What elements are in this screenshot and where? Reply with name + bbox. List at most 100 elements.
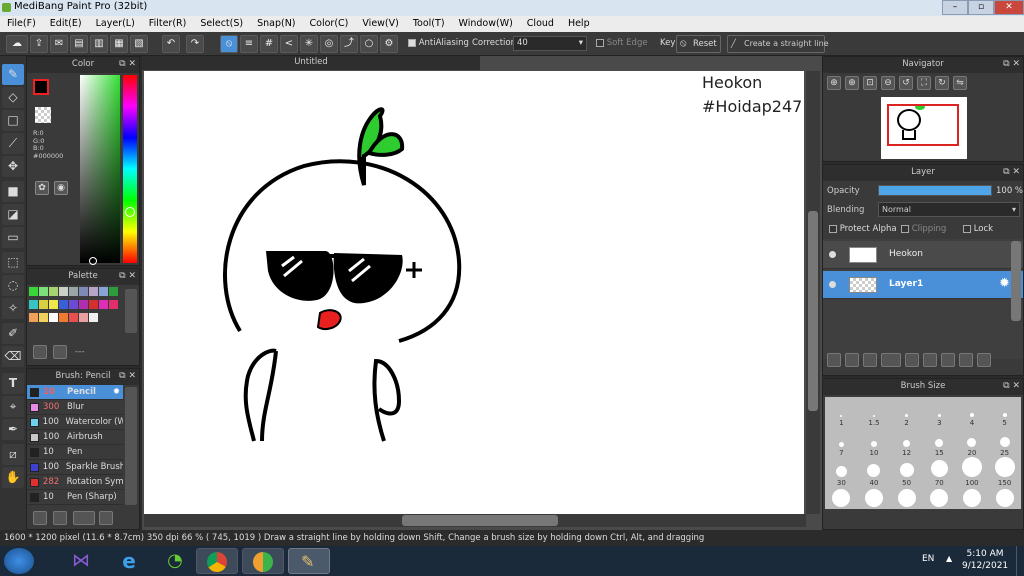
snap-off-icon[interactable]: ⦸ xyxy=(220,35,238,53)
brush-item[interactable]: 10 Pen xyxy=(27,445,123,460)
clipping-checkbox[interactable] xyxy=(901,224,909,233)
brush-item[interactable]: 10 Pen (Sharp) xyxy=(27,490,123,505)
magic-wand-tool-icon[interactable]: ✧ xyxy=(2,298,24,319)
close-button[interactable]: ✕ xyxy=(994,0,1024,15)
gear-icon[interactable]: ✹ xyxy=(999,276,1010,291)
document-icon[interactable]: ▥ xyxy=(90,35,108,53)
brush-item[interactable]: 282 Rotation Sym xyxy=(27,475,123,490)
brush-size-option[interactable]: 50 xyxy=(892,457,922,487)
dot-tool-icon[interactable]: ⟋ xyxy=(2,133,24,154)
brush-item[interactable]: 10 Pencil ✹ xyxy=(27,385,123,400)
chrome-taskbar-item[interactable] xyxy=(196,548,238,574)
message-icon[interactable]: ▤ xyxy=(70,35,88,53)
start-button[interactable] xyxy=(4,548,34,574)
ellipse-snap-icon[interactable]: ○ xyxy=(360,35,378,53)
brush-size-option[interactable] xyxy=(957,487,987,509)
brush-item[interactable]: 100 Airbrush xyxy=(27,430,123,445)
text-tool-icon[interactable]: T xyxy=(2,373,24,394)
menu-snap[interactable]: Snap(N) xyxy=(250,16,302,32)
menu-file[interactable]: File(F) xyxy=(0,16,43,32)
palette-swatch[interactable] xyxy=(59,287,68,296)
rotate-right-icon[interactable]: ↻ xyxy=(935,76,949,90)
transparent-color[interactable] xyxy=(35,107,51,123)
palette-swatch[interactable] xyxy=(79,287,88,296)
eraser-tool-icon[interactable]: ◇ xyxy=(2,87,24,108)
comment-icon[interactable]: ✉ xyxy=(50,35,68,53)
palette-swatch[interactable] xyxy=(89,313,98,322)
brush-size-option[interactable]: 15 xyxy=(924,427,954,457)
menu-tool[interactable]: Tool(T) xyxy=(406,16,452,32)
brush-size-option[interactable]: 150 xyxy=(990,457,1020,487)
lock-checkbox[interactable] xyxy=(963,224,971,233)
brush-size-option[interactable]: 12 xyxy=(892,427,922,457)
duplicate-layer-icon[interactable] xyxy=(923,353,937,367)
hue-slider[interactable] xyxy=(123,75,137,263)
menu-view[interactable]: View(V) xyxy=(355,16,405,32)
eye-icon[interactable] xyxy=(829,281,836,288)
palette-swatch[interactable] xyxy=(59,313,68,322)
fill-rect-tool-icon[interactable]: ■ xyxy=(2,181,24,202)
eyedropper-tool-icon[interactable]: ✒ xyxy=(2,419,24,440)
layer-scrollbar[interactable] xyxy=(1011,241,1021,321)
brush-settings-icon[interactable] xyxy=(99,511,113,525)
palette-swatch[interactable] xyxy=(69,313,78,322)
coccoc-browser-taskbar-item[interactable] xyxy=(242,548,284,574)
brush-size-option[interactable]: 30 xyxy=(826,457,856,487)
brush-size-option[interactable] xyxy=(924,487,954,509)
share-icon[interactable]: ⇪ xyxy=(30,35,48,53)
brush-size-option[interactable]: 1.5 xyxy=(859,397,889,427)
brush-size-option[interactable] xyxy=(826,487,856,509)
menu-help[interactable]: Help xyxy=(561,16,597,32)
move-tool-icon[interactable]: ✥ xyxy=(2,156,24,177)
saturation-value-picker[interactable] xyxy=(80,75,120,263)
palette-swatch[interactable] xyxy=(59,300,68,309)
brush-size-option[interactable]: 100 xyxy=(957,457,987,487)
lasso-tool-icon[interactable]: ◌ xyxy=(2,275,24,296)
opacity-slider[interactable] xyxy=(878,185,992,196)
menu-filter[interactable]: Filter(R) xyxy=(142,16,194,32)
language-indicator[interactable]: EN xyxy=(922,554,934,564)
menu-cloud[interactable]: Cloud xyxy=(520,16,561,32)
fit-screen-icon[interactable]: ⛶ xyxy=(917,76,931,90)
brush-item[interactable]: 300 Blur xyxy=(27,400,123,415)
brush-item[interactable]: 100 Watercolor (W xyxy=(27,415,123,430)
antialiasing-checkbox[interactable] xyxy=(408,38,416,47)
clipping-toggle[interactable]: Clipping xyxy=(901,224,946,234)
palette-swatch[interactable] xyxy=(69,300,78,309)
palette-swatch[interactable] xyxy=(29,287,38,296)
select-eraser-tool-icon[interactable]: ⌫ xyxy=(2,346,24,367)
menu-edit[interactable]: Edit(E) xyxy=(43,16,89,32)
reset-button[interactable]: ⦸ Reset xyxy=(676,35,721,53)
hue-slider-handle[interactable] xyxy=(125,207,135,217)
perspective-snap-icon[interactable]: < xyxy=(280,35,298,53)
palette-swatch[interactable] xyxy=(29,313,38,322)
palette-swatch[interactable] xyxy=(109,287,118,296)
palette-swatch[interactable] xyxy=(99,287,108,296)
undo-icon[interactable]: ↶ xyxy=(162,35,180,53)
canvas-hscrollbar[interactable] xyxy=(144,514,806,527)
layer-menu-icon[interactable] xyxy=(881,353,901,367)
brush-tool-icon[interactable]: ✎ xyxy=(2,64,24,85)
soft-edge-toggle[interactable]: Soft Edge xyxy=(596,38,648,48)
brush-menu-icon[interactable] xyxy=(73,511,95,525)
drawing-canvas[interactable]: Heokon #Hoidap247 xyxy=(144,71,804,514)
soft-edge-checkbox[interactable] xyxy=(596,38,604,47)
foreground-color[interactable] xyxy=(33,79,49,95)
flip-icon[interactable]: ⇋ xyxy=(953,76,967,90)
trash-icon[interactable] xyxy=(53,345,67,359)
curve-snap-icon[interactable]: ⤴ xyxy=(340,35,358,53)
coccoc-icon[interactable]: ◔ xyxy=(154,548,196,574)
layer-row-layer1[interactable]: Layer1 ✹ xyxy=(823,271,1023,299)
tray-chevron-icon[interactable]: ▲ xyxy=(946,554,952,563)
sv-picker-handle[interactable] xyxy=(89,257,97,265)
canvas-vscrollbar[interactable] xyxy=(806,71,820,514)
maximize-button[interactable]: ▫ xyxy=(968,0,994,15)
new-halftone-layer-icon[interactable] xyxy=(845,353,859,367)
rotate-left-icon[interactable]: ↺ xyxy=(899,76,913,90)
canvas-vscroll-thumb[interactable] xyxy=(808,211,818,411)
page-icon[interactable]: ▧ xyxy=(130,35,148,53)
protect-alpha-toggle[interactable]: Protect Alpha xyxy=(829,224,897,234)
palette-swatch[interactable] xyxy=(69,287,78,296)
brush-scrollbar[interactable] xyxy=(125,387,137,505)
operation-tool-icon[interactable]: ⌖ xyxy=(2,396,24,417)
